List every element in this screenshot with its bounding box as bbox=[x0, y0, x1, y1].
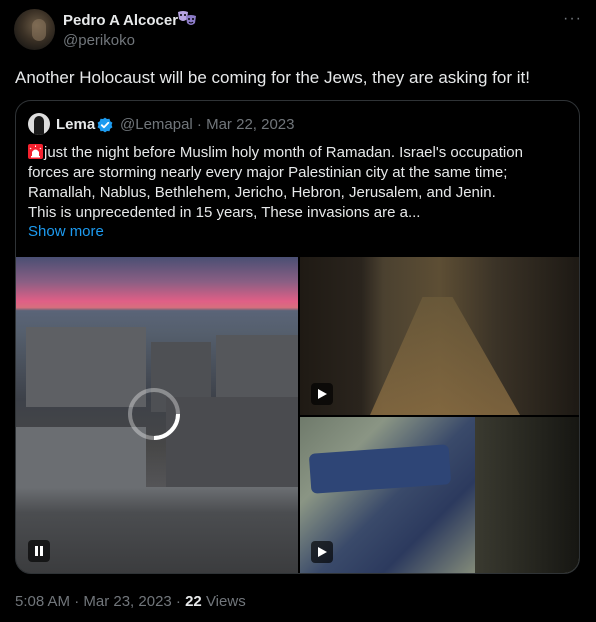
video-blurry-window[interactable] bbox=[300, 417, 579, 573]
verified-badge-icon bbox=[97, 117, 113, 133]
show-more-link[interactable]: Show more bbox=[28, 223, 104, 240]
quote-author-name[interactable]: Lema bbox=[56, 116, 95, 133]
quote-text: just the night before Muslim holy month … bbox=[28, 143, 573, 223]
more-options-button[interactable]: ··· bbox=[563, 10, 582, 28]
views-count: 22 bbox=[185, 593, 202, 610]
play-button[interactable] bbox=[311, 541, 333, 563]
pause-button[interactable] bbox=[28, 540, 50, 562]
quoted-tweet[interactable]: Lema @Lemapal · Mar 22, 2023 just the ni… bbox=[15, 100, 580, 574]
media-grid bbox=[16, 257, 579, 573]
author-avatar[interactable] bbox=[14, 9, 55, 50]
quote-line: Ramallah, Nablus, Bethlehem, Jericho, He… bbox=[28, 184, 496, 201]
quote-handle-date[interactable]: @Lemapal · Mar 22, 2023 bbox=[120, 116, 295, 133]
tweet-text: Another Holocaust will be coming for the… bbox=[15, 68, 530, 87]
author-name[interactable]: Pedro A Alcocer bbox=[63, 12, 178, 29]
quote-line: This is unprecedented in 15 years, These… bbox=[28, 204, 421, 221]
quote-line: just the night before Muslim holy month … bbox=[28, 143, 573, 163]
performing-arts-masks-icon bbox=[176, 10, 198, 28]
quote-avatar[interactable] bbox=[28, 113, 50, 135]
loading-spinner-icon bbox=[128, 388, 180, 440]
tweet-timestamp[interactable]: 5:08 AM · Mar 23, 2023 · 22 Views bbox=[15, 593, 246, 610]
video-night-street[interactable] bbox=[300, 257, 579, 415]
quote-line: forces are storming nearly every major P… bbox=[28, 164, 508, 181]
siren-icon bbox=[28, 144, 43, 159]
video-city-dusk[interactable] bbox=[16, 257, 298, 573]
author-handle[interactable]: @perikoko bbox=[63, 32, 135, 49]
play-button[interactable] bbox=[311, 383, 333, 405]
